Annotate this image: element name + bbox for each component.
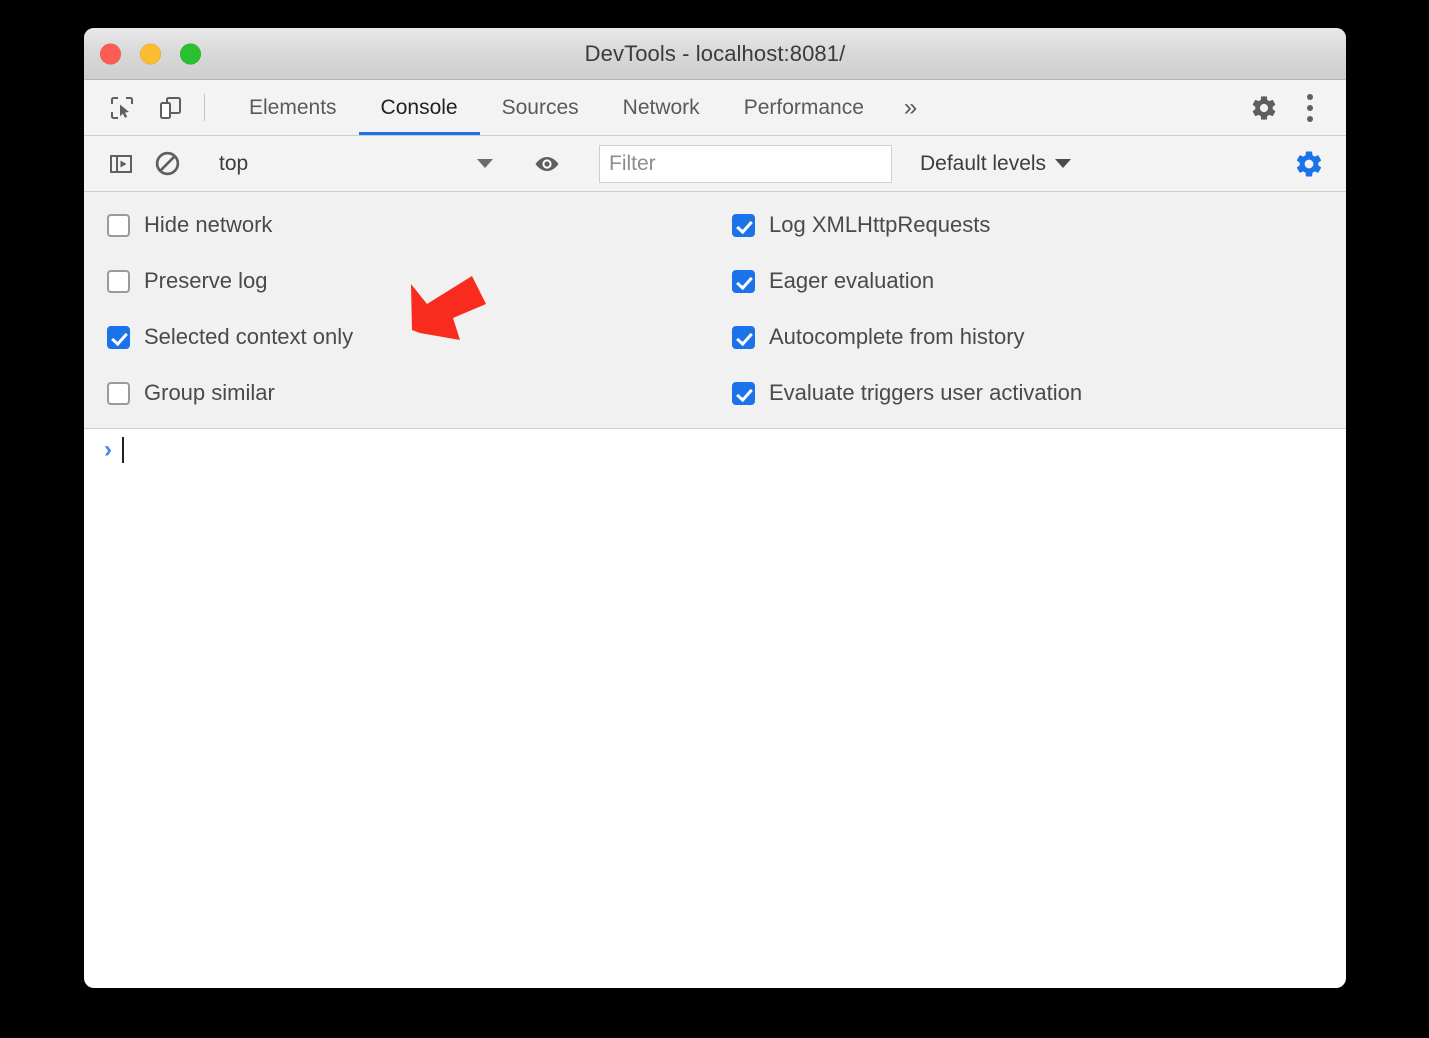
- settings-left-column: Hide network Preserve log Selected conte…: [84, 208, 724, 410]
- tab-label: Performance: [744, 96, 864, 120]
- chevron-down-icon: [1055, 159, 1071, 168]
- checkbox-unchecked-icon[interactable]: [107, 382, 130, 405]
- kebab-dot: [1307, 105, 1313, 111]
- tab-elements[interactable]: Elements: [227, 80, 359, 135]
- console-toolbar-actions: [1265, 141, 1346, 187]
- chevron-down-icon: [477, 159, 493, 168]
- kebab-menu-icon[interactable]: [1288, 94, 1332, 122]
- text-cursor: [122, 437, 124, 463]
- clear-console-icon[interactable]: [144, 141, 190, 187]
- console-output-area[interactable]: ›: [84, 429, 1346, 969]
- setting-eager-evaluation[interactable]: Eager evaluation: [732, 264, 1082, 298]
- checkbox-checked-icon[interactable]: [732, 326, 755, 349]
- tab-performance[interactable]: Performance: [722, 80, 886, 135]
- setting-label: Log XMLHttpRequests: [769, 212, 990, 238]
- more-tabs-icon[interactable]: »: [886, 80, 935, 135]
- eye-icon[interactable]: [524, 141, 570, 187]
- checkbox-checked-icon[interactable]: [732, 382, 755, 405]
- console-sidebar-icon[interactable]: [98, 141, 144, 187]
- setting-label: Group similar: [144, 380, 275, 406]
- tab-console[interactable]: Console: [359, 80, 480, 135]
- setting-preserve-log[interactable]: Preserve log: [107, 264, 724, 298]
- setting-selected-context-only[interactable]: Selected context only: [107, 320, 724, 354]
- checkbox-checked-icon[interactable]: [732, 270, 755, 293]
- tabbar-actions: [1219, 80, 1346, 135]
- tab-network[interactable]: Network: [601, 80, 722, 135]
- setting-label: Autocomplete from history: [769, 324, 1025, 350]
- tab-sources[interactable]: Sources: [480, 80, 601, 135]
- setting-evaluate-triggers-user-activation[interactable]: Evaluate triggers user activation: [732, 376, 1082, 410]
- tabbar-divider: [204, 94, 205, 121]
- gear-icon-active[interactable]: [1286, 141, 1332, 187]
- console-toolbar: top Default levels: [84, 136, 1346, 192]
- setting-hide-network[interactable]: Hide network: [107, 208, 724, 242]
- log-levels-dropdown[interactable]: Default levels: [906, 141, 1085, 187]
- device-toolbar-icon[interactable]: [146, 80, 194, 135]
- filter-input[interactable]: [599, 145, 892, 183]
- setting-label: Hide network: [144, 212, 272, 238]
- execution-context-value: top: [219, 152, 248, 176]
- tab-label: Console: [381, 96, 458, 120]
- console-settings-panel: Hide network Preserve log Selected conte…: [84, 192, 1346, 429]
- settings-right-column: Log XMLHttpRequests Eager evaluation Aut…: [724, 208, 1082, 410]
- execution-context-dropdown[interactable]: top: [211, 141, 503, 187]
- setting-label: Eager evaluation: [769, 268, 934, 294]
- setting-autocomplete-from-history[interactable]: Autocomplete from history: [732, 320, 1082, 354]
- window-titlebar: DevTools - localhost:8081/: [84, 28, 1346, 80]
- kebab-dot: [1307, 94, 1313, 100]
- tab-label: Elements: [249, 96, 337, 120]
- setting-label: Preserve log: [144, 268, 268, 294]
- checkbox-unchecked-icon[interactable]: [107, 214, 130, 237]
- tab-label: Sources: [502, 96, 579, 120]
- devtools-tabbar: Elements Console Sources Network Perform…: [84, 80, 1346, 136]
- setting-log-xmlhttprequests[interactable]: Log XMLHttpRequests: [732, 208, 1082, 242]
- setting-label: Evaluate triggers user activation: [769, 380, 1082, 406]
- checkbox-checked-icon[interactable]: [107, 326, 130, 349]
- setting-label: Selected context only: [144, 324, 353, 350]
- devtools-window: DevTools - localhost:8081/ Elements Cons…: [84, 28, 1346, 988]
- kebab-dot: [1307, 116, 1313, 122]
- tab-label: Network: [623, 96, 700, 120]
- gear-icon[interactable]: [1240, 94, 1288, 122]
- console-prompt-row[interactable]: ›: [84, 429, 1346, 471]
- log-levels-value: Default levels: [920, 152, 1046, 176]
- window-title: DevTools - localhost:8081/: [84, 41, 1346, 67]
- setting-group-similar[interactable]: Group similar: [107, 376, 724, 410]
- checkbox-checked-icon[interactable]: [732, 214, 755, 237]
- checkbox-unchecked-icon[interactable]: [107, 270, 130, 293]
- inspect-element-icon[interactable]: [98, 80, 146, 135]
- devtools-tabs: Elements Console Sources Network Perform…: [227, 80, 935, 135]
- prompt-chevron-icon: ›: [104, 438, 112, 462]
